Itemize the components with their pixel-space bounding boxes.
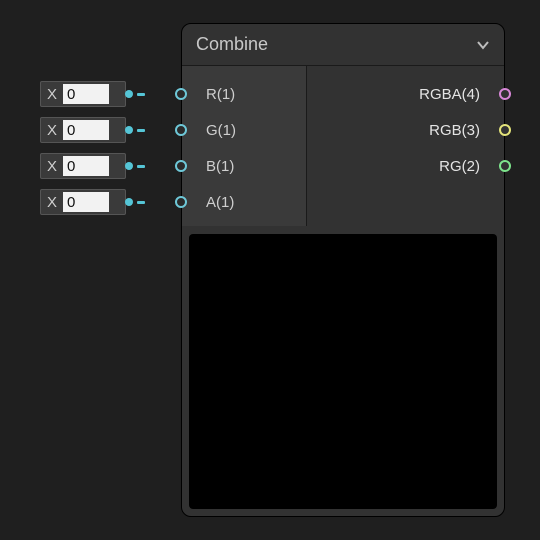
- value-node-a-output-port: [125, 196, 147, 208]
- value-node-b-output-port: [125, 160, 147, 172]
- node-header[interactable]: Combine: [182, 24, 504, 66]
- value-node-r-output-port: [125, 88, 147, 100]
- value-node-a-input[interactable]: [63, 192, 109, 212]
- input-row-a: A(1): [182, 186, 306, 218]
- output-row-rgba: RGBA(4): [307, 78, 504, 110]
- input-label-a: A(1): [206, 194, 234, 211]
- value-node-b[interactable]: X: [40, 153, 126, 179]
- value-node-x-label: X: [45, 158, 57, 175]
- output-label-rgba: RGBA(4): [419, 86, 480, 103]
- input-port-g[interactable]: [175, 124, 187, 136]
- input-label-g: G(1): [206, 122, 236, 139]
- output-port-rgb[interactable]: [499, 124, 511, 136]
- output-row-rg: RG(2): [307, 150, 504, 182]
- node-ports-area: R(1) G(1) B(1) A(1) RGBA(4) RGB(3): [182, 66, 504, 226]
- input-port-r[interactable]: [175, 88, 187, 100]
- output-row-rgb: RGB(3): [307, 114, 504, 146]
- input-row-b: B(1): [182, 150, 306, 182]
- node-inputs-column: R(1) G(1) B(1) A(1): [182, 66, 307, 226]
- chevron-down-icon[interactable]: [476, 38, 490, 52]
- input-port-b[interactable]: [175, 160, 187, 172]
- value-node-g[interactable]: X: [40, 117, 126, 143]
- value-node-x-label: X: [45, 122, 57, 139]
- value-node-a[interactable]: X: [40, 189, 126, 215]
- node-outputs-column: RGBA(4) RGB(3) RG(2): [307, 66, 504, 226]
- input-port-a[interactable]: [175, 196, 187, 208]
- node-title: Combine: [196, 34, 268, 55]
- value-node-r[interactable]: X: [40, 81, 126, 107]
- output-label-rgb: RGB(3): [429, 122, 480, 139]
- output-port-rgba[interactable]: [499, 88, 511, 100]
- value-node-b-input[interactable]: [63, 156, 109, 176]
- input-row-g: G(1): [182, 114, 306, 146]
- input-label-b: B(1): [206, 158, 234, 175]
- input-row-r: R(1): [182, 78, 306, 110]
- value-node-x-label: X: [45, 86, 57, 103]
- node-preview: [189, 234, 497, 509]
- value-node-x-label: X: [45, 194, 57, 211]
- value-node-g-output-port: [125, 124, 147, 136]
- output-label-rg: RG(2): [439, 158, 480, 175]
- value-node-g-input[interactable]: [63, 120, 109, 140]
- value-node-r-input[interactable]: [63, 84, 109, 104]
- input-label-r: R(1): [206, 86, 235, 103]
- combine-node[interactable]: Combine R(1) G(1) B(1) A(1): [181, 23, 505, 517]
- output-port-rg[interactable]: [499, 160, 511, 172]
